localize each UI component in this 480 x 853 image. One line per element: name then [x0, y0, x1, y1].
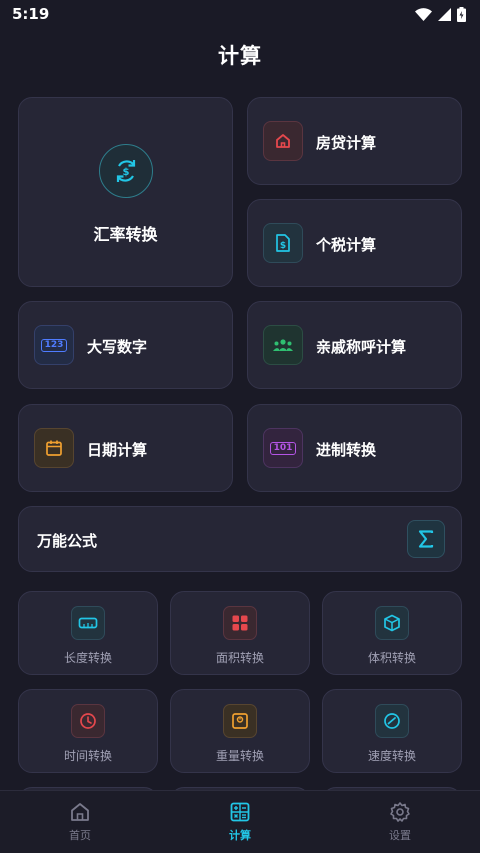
speed-convert-card[interactable]: 速度转换: [322, 689, 462, 773]
relatives-label: 亲戚称呼计算: [316, 338, 407, 356]
gear-icon: [390, 802, 410, 822]
weight-icon: [223, 704, 257, 738]
nav-home[interactable]: 首页: [0, 791, 160, 853]
time-convert-card[interactable]: 时间转换: [18, 689, 158, 773]
speedometer-icon: [375, 704, 409, 738]
clock-icon: [71, 704, 105, 738]
cube-icon: [375, 606, 409, 640]
nav-settings[interactable]: 设置: [320, 791, 480, 853]
area-convert-card[interactable]: 面积转换: [170, 591, 310, 675]
currency-exchange-icon: $: [99, 144, 153, 198]
volume-convert-label: 体积转换: [367, 651, 416, 665]
sigma-icon: [407, 520, 445, 558]
mortgage-label: 房贷计算: [316, 134, 377, 152]
base-convert-card[interactable]: 101 进制转换: [247, 404, 462, 492]
ruler-icon: [71, 606, 105, 640]
mortgage-card[interactable]: 房贷计算: [247, 97, 462, 185]
volume-convert-card[interactable]: 体积转换: [322, 591, 462, 675]
speed-convert-label: 速度转换: [367, 749, 416, 763]
calculator-icon: [230, 802, 250, 822]
house-icon: [263, 121, 303, 161]
calendar-icon: [34, 428, 74, 468]
binary-101-badge: 101: [269, 441, 297, 455]
length-convert-card[interactable]: 长度转换: [18, 591, 158, 675]
nav-settings-label: 设置: [389, 829, 411, 842]
tax-document-icon: $: [263, 223, 303, 263]
number-123-badge: 123: [40, 338, 68, 352]
nav-calculate-label: 计算: [229, 829, 251, 842]
time-convert-label: 时间转换: [63, 749, 112, 763]
weight-convert-card[interactable]: 重量转换: [170, 689, 310, 773]
nav-home-label: 首页: [69, 829, 91, 842]
date-label: 日期计算: [87, 441, 148, 459]
status-time: 5:19: [12, 5, 50, 23]
area-convert-label: 面积转换: [215, 651, 264, 665]
status-icons: [415, 6, 466, 22]
base-convert-label: 进制转换: [316, 441, 377, 459]
date-card[interactable]: 日期计算: [18, 404, 233, 492]
nav-calculate[interactable]: 计算: [160, 791, 320, 853]
exchange-rate-card[interactable]: $ 汇率转换: [18, 97, 233, 287]
status-bar: 5:19: [0, 0, 480, 28]
formula-label: 万能公式: [37, 532, 98, 550]
bottom-nav: 首页 计算 设置: [0, 790, 480, 853]
svg-text:$: $: [123, 167, 130, 178]
wifi-icon: [415, 7, 432, 21]
binary-101-icon: 101: [263, 428, 303, 468]
income-tax-label: 个税计算: [316, 236, 377, 254]
relatives-card[interactable]: 亲戚称呼计算: [247, 301, 462, 389]
home-icon: [71, 803, 89, 821]
uppercase-number-label: 大写数字: [87, 338, 148, 356]
signal-icon: [438, 7, 451, 21]
uppercase-number-card[interactable]: 123 大写数字: [18, 301, 233, 389]
page-title: 计算: [218, 44, 262, 68]
number-123-icon: 123: [34, 325, 74, 365]
length-convert-label: 长度转换: [63, 651, 112, 665]
grid-icon: [223, 606, 257, 640]
family-icon: [263, 325, 303, 365]
formula-card[interactable]: 万能公式: [18, 506, 462, 572]
battery-icon: [457, 6, 466, 22]
exchange-rate-label: 汇率转换: [93, 225, 158, 244]
weight-convert-label: 重量转换: [215, 749, 264, 763]
income-tax-card[interactable]: $ 个税计算: [247, 199, 462, 287]
svg-text:$: $: [280, 241, 286, 251]
